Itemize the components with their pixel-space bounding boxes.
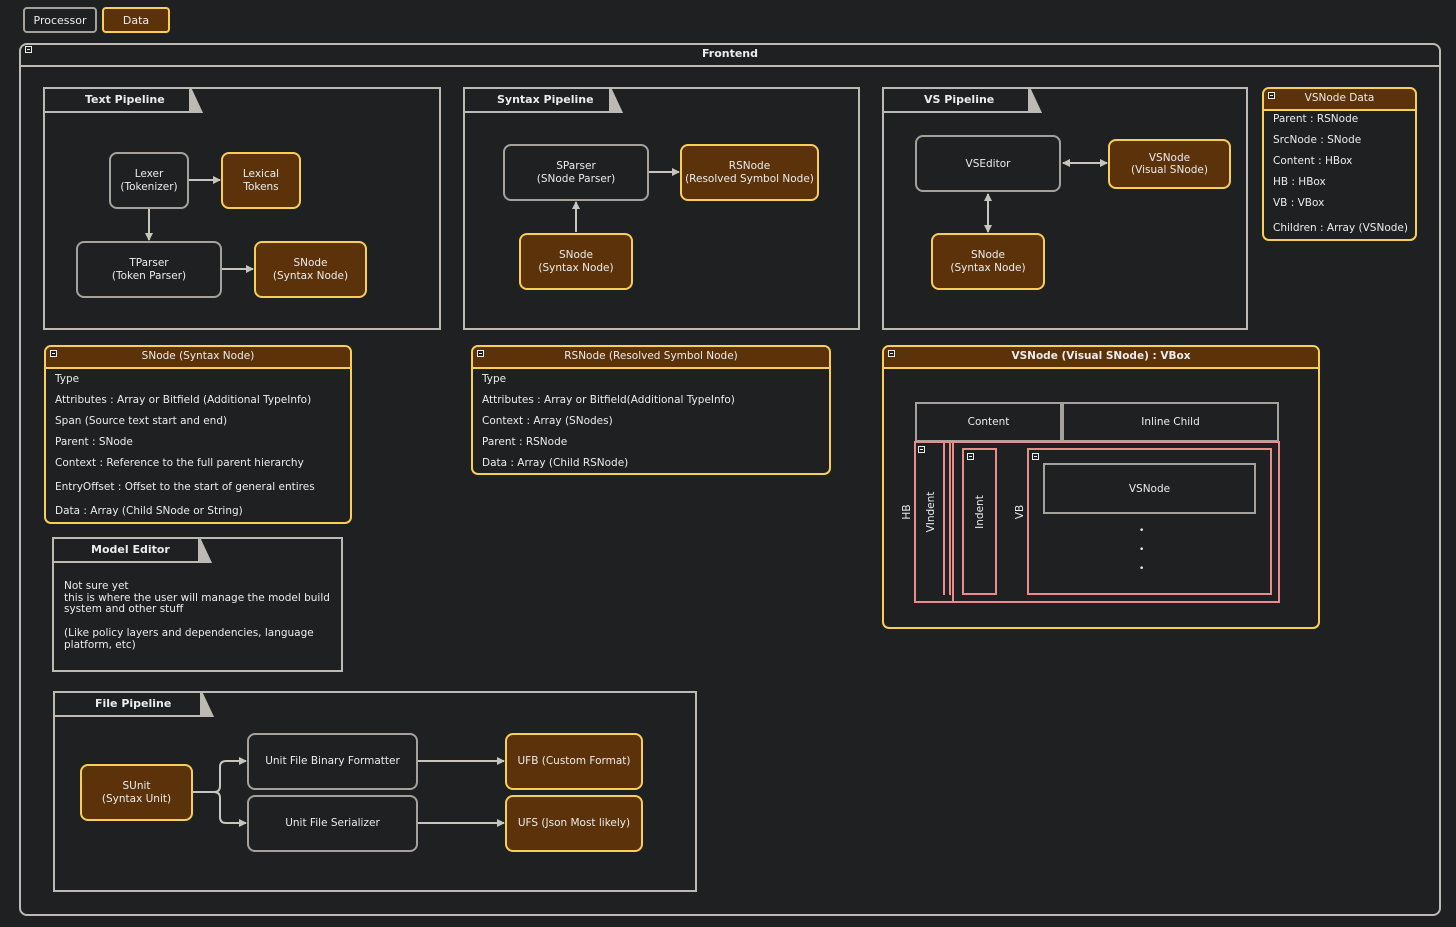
tparser-node[interactable]: TParser (Token Parser) bbox=[76, 241, 222, 298]
rsnode-card-row: Type bbox=[482, 373, 507, 385]
syntax-pipeline-frame: Syntax Pipeline bbox=[463, 87, 860, 330]
collapse-icon[interactable] bbox=[1268, 92, 1275, 99]
snode-card-row: Type bbox=[55, 373, 80, 385]
snode-card-header: SNode (Syntax Node) bbox=[46, 347, 350, 369]
ellipsis-dot: • bbox=[1139, 526, 1145, 536]
vb-label: VB bbox=[1014, 504, 1026, 520]
rsnode-node[interactable]: RSNode (Resolved Symbol Node) bbox=[680, 144, 819, 201]
collapse-icon[interactable] bbox=[25, 46, 32, 53]
snode-card-row: Data : Array (Child SNode or String) bbox=[55, 505, 243, 517]
vsnode-data-row: VB : VBox bbox=[1273, 197, 1325, 209]
vsnode-data-row: Content : HBox bbox=[1273, 155, 1353, 167]
vseditor-node[interactable]: VSEditor bbox=[915, 135, 1061, 192]
ellipsis-dot: • bbox=[1139, 545, 1145, 555]
snode-card-row: Context : Reference to the full parent h… bbox=[55, 457, 304, 469]
model-editor-frame: Model Editor Not sure yet this is where … bbox=[52, 537, 343, 672]
model-editor-note: Not sure yet this is where the user will… bbox=[64, 580, 330, 616]
collapse-icon[interactable] bbox=[967, 453, 974, 460]
vsnode-vbox-header: VSNode (Visual SNode) : VBox bbox=[884, 347, 1318, 369]
vsnode-data-row: Parent : RSNode bbox=[1273, 113, 1359, 125]
vs-vsnode-node[interactable]: VSNode (Visual SNode) bbox=[1108, 139, 1231, 189]
collapse-icon[interactable] bbox=[1032, 453, 1039, 460]
vsnode-data-row: SrcNode : SNode bbox=[1273, 134, 1362, 146]
collapse-icon[interactable] bbox=[918, 446, 925, 453]
vsnode-data-header: VSNode Data bbox=[1264, 89, 1415, 111]
vindent-label: VIndent bbox=[925, 491, 937, 533]
snode-card-row: Span (Source text start and end) bbox=[55, 415, 228, 427]
syntax-pipeline-title: Syntax Pipeline bbox=[465, 89, 611, 113]
collapse-icon[interactable] bbox=[888, 350, 895, 357]
syntax-snode-node[interactable]: SNode (Syntax Node) bbox=[519, 233, 633, 290]
binary-formatter-node[interactable]: Unit File Binary Formatter bbox=[247, 733, 418, 790]
rsnode-card-row: Parent : RSNode bbox=[482, 436, 568, 448]
vsnode-data-title: VSNode Data bbox=[1304, 92, 1375, 104]
rsnode-card-header: RSNode (Resolved Symbol Node) bbox=[473, 347, 829, 369]
model-editor-title: Model Editor bbox=[54, 539, 200, 563]
vsnode-data-row: HB : HBox bbox=[1273, 176, 1326, 188]
model-editor-note-2: (Like policy layers and dependencies, la… bbox=[64, 627, 314, 651]
vsnode-child-box[interactable]: VSNode bbox=[1043, 463, 1256, 514]
hb-label: HB bbox=[901, 504, 913, 520]
frontend-header: Frontend bbox=[21, 45, 1439, 67]
vbox-content-cell[interactable]: Content bbox=[915, 402, 1062, 442]
serializer-node[interactable]: Unit File Serializer bbox=[247, 795, 418, 852]
vbox-inline-child-cell[interactable]: Inline Child bbox=[1062, 402, 1279, 442]
file-pipeline-title: File Pipeline bbox=[55, 693, 202, 717]
snode-card-title: SNode (Syntax Node) bbox=[141, 350, 255, 362]
vindent-bar bbox=[943, 441, 951, 595]
snode-card-row: Parent : SNode bbox=[55, 436, 133, 448]
vsnode-vbox-title: VSNode (Visual SNode) : VBox bbox=[1011, 350, 1191, 362]
collapse-icon[interactable] bbox=[50, 350, 57, 357]
text-pipeline-title: Text Pipeline bbox=[45, 89, 191, 113]
rsnode-card-row: Context : Array (SNodes) bbox=[482, 415, 613, 427]
vsnode-data-card: VSNode Data Parent : RSNode SrcNode : SN… bbox=[1262, 87, 1417, 241]
collapse-icon[interactable] bbox=[477, 350, 484, 357]
vsnode-data-row: Children : Array (VSNode) bbox=[1273, 222, 1408, 234]
vs-pipeline-title: VS Pipeline bbox=[884, 89, 1030, 113]
legend-data[interactable]: Data bbox=[102, 7, 170, 33]
sunit-node[interactable]: SUnit (Syntax Unit) bbox=[80, 764, 193, 821]
lexical-tokens-node[interactable]: Lexical Tokens bbox=[221, 152, 301, 209]
snode-card-row: Attributes : Array or Bitfield (Addition… bbox=[55, 394, 312, 406]
rsnode-card-row: Data : Array (Child RSNode) bbox=[482, 457, 629, 469]
ufb-node[interactable]: UFB (Custom Format) bbox=[505, 733, 643, 790]
ellipsis-dot: • bbox=[1139, 564, 1145, 574]
ufs-node[interactable]: UFS (Json Most likely) bbox=[505, 795, 643, 852]
indent-label: Indent bbox=[974, 495, 986, 529]
snode-card: SNode (Syntax Node) Type Attributes : Ar… bbox=[44, 345, 352, 524]
text-snode-node[interactable]: SNode (Syntax Node) bbox=[254, 241, 367, 298]
sparser-node[interactable]: SParser (SNode Parser) bbox=[503, 144, 649, 201]
rsnode-card: RSNode (Resolved Symbol Node) Type Attri… bbox=[471, 345, 831, 475]
legend-processor[interactable]: Processor bbox=[23, 7, 97, 33]
rsnode-card-title: RSNode (Resolved Symbol Node) bbox=[564, 350, 738, 362]
vs-pipeline-frame: VS Pipeline bbox=[882, 87, 1248, 330]
vs-snode-node[interactable]: SNode (Syntax Node) bbox=[931, 233, 1045, 290]
rsnode-card-row: Attributes : Array or Bitfield(Additiona… bbox=[482, 394, 735, 406]
frontend-title: Frontend bbox=[701, 47, 759, 60]
lexer-node[interactable]: Lexer (Tokenizer) bbox=[109, 152, 189, 209]
snode-card-row: EntryOffset : Offset to the start of gen… bbox=[55, 481, 315, 493]
